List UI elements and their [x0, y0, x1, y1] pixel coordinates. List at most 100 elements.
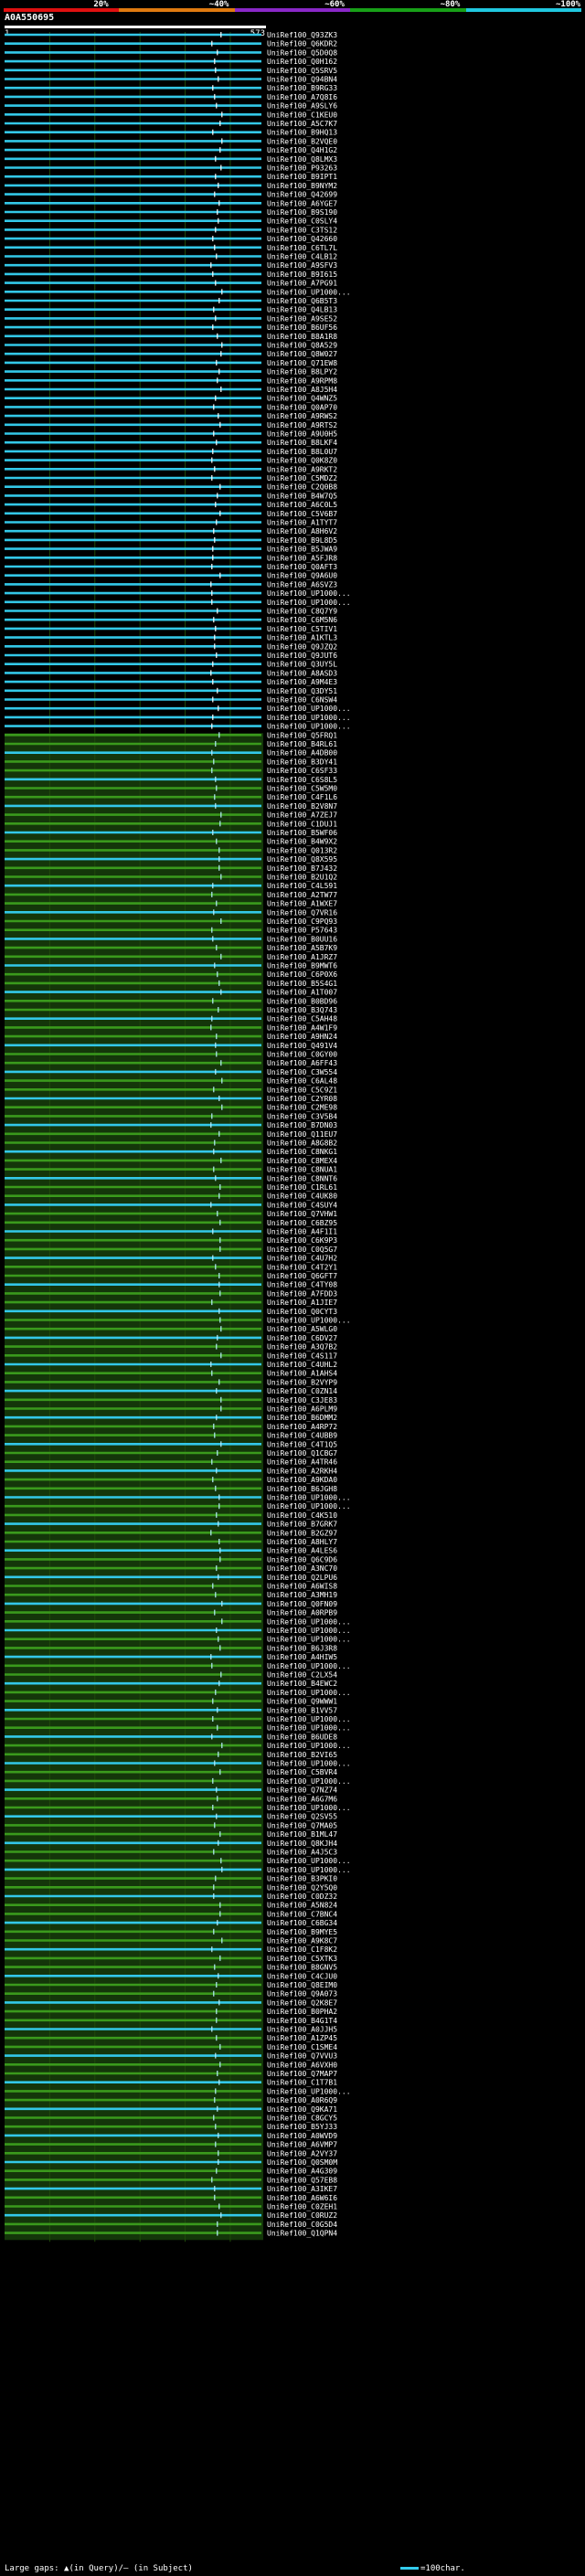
hit-id[interactable]: UniRef100_Q6B5T3 [267, 297, 337, 305]
hit-id[interactable]: UniRef100_UP1000... [267, 1866, 351, 1874]
hit-id[interactable]: UniRef100_A5WLG0 [267, 1325, 337, 1333]
hit-id[interactable]: UniRef100_B2VQE0 [267, 137, 337, 145]
hit-id[interactable]: UniRef100_UP1000... [267, 1804, 351, 1812]
hit-id[interactable]: UniRef100_Q0AP70 [267, 403, 337, 411]
hit-id[interactable]: UniRef100_B4W9X2 [267, 838, 337, 846]
hit-id[interactable]: UniRef100_A3Q7B2 [267, 1343, 337, 1352]
hit-id[interactable]: UniRef100_C0SLY4 [267, 217, 337, 226]
hit-id[interactable]: UniRef100_Q7NZ74 [267, 1786, 337, 1795]
hit-id[interactable]: UniRef100_C0ZEH1 [267, 2203, 337, 2211]
hit-id[interactable]: UniRef100_C6M5N6 [267, 616, 337, 624]
hit-id[interactable]: UniRef100_B8LPY2 [267, 368, 337, 376]
hit-id[interactable]: UniRef100_Q491V4 [267, 1042, 337, 1050]
hit-id[interactable]: UniRef100_B2VYP9 [267, 1378, 337, 1386]
hit-id[interactable]: UniRef100_A0JJH5 [267, 2026, 337, 2034]
hit-id[interactable]: UniRef100_A9HN24 [267, 1033, 337, 1041]
hit-id[interactable]: UniRef100_A9RTS2 [267, 421, 337, 429]
hit-id[interactable]: UniRef100_Q9JZQ2 [267, 642, 337, 651]
hit-id[interactable]: UniRef100_Q5D0Q8 [267, 48, 337, 57]
hit-id[interactable]: UniRef100_A1ZP45 [267, 2034, 337, 2042]
hit-id[interactable]: UniRef100_UP1000... [267, 1662, 351, 1670]
hit-id[interactable]: UniRef100_C4UBB9 [267, 1432, 337, 1440]
hit-id[interactable]: UniRef100_A1KTL3 [267, 634, 337, 642]
hit-id[interactable]: UniRef100_A9U0H5 [267, 430, 337, 439]
hit-id[interactable]: UniRef100_A4DB00 [267, 749, 337, 758]
hit-id[interactable]: UniRef100_Q42660 [267, 235, 337, 243]
hit-id[interactable]: UniRef100_C4CJU0 [267, 1972, 337, 1980]
hit-id[interactable]: UniRef100_B3DY41 [267, 758, 337, 766]
hit-id[interactable]: UniRef100_A4TR46 [267, 1458, 337, 1467]
hit-id[interactable]: UniRef100_A8J5H4 [267, 386, 337, 394]
hit-id[interactable]: UniRef100_C6SF33 [267, 767, 337, 775]
hit-id[interactable]: UniRef100_UP1000... [267, 589, 351, 598]
hit-id[interactable]: UniRef100_C4S117 [267, 1352, 337, 1360]
hit-id[interactable]: UniRef100_A5C7K7 [267, 120, 337, 128]
hit-id[interactable]: UniRef100_C0ZN14 [267, 1387, 337, 1395]
hit-id[interactable]: UniRef100_A9K8C7 [267, 1937, 337, 1945]
hit-id[interactable]: UniRef100_A6FF43 [267, 1059, 337, 1067]
hit-id[interactable]: UniRef100_Q93ZK3 [267, 31, 337, 39]
hit-id[interactable]: UniRef100_B1ML47 [267, 1830, 337, 1839]
hit-id[interactable]: UniRef100_A6YGE7 [267, 199, 337, 207]
hit-id[interactable]: UniRef100_B9I615 [267, 270, 337, 279]
hit-id[interactable]: UniRef100_Q0FN09 [267, 1600, 337, 1608]
hit-id[interactable]: UniRef100_B0UU16 [267, 935, 337, 943]
hit-id[interactable]: UniRef100_B5JWA9 [267, 546, 337, 554]
hit-id[interactable]: UniRef100_Q2K8E7 [267, 1998, 337, 2007]
hit-id[interactable]: UniRef100_B9NYM2 [267, 182, 337, 190]
hit-id[interactable]: UniRef100_B6J3R8 [267, 1644, 337, 1652]
hit-id[interactable]: UniRef100_B3PKI0 [267, 1875, 337, 1883]
hit-id[interactable]: UniRef100_Q1CBG7 [267, 1449, 337, 1458]
hit-id[interactable]: UniRef100_A7FDD3 [267, 1289, 337, 1298]
hit-id[interactable]: UniRef100_C4TY08 [267, 1281, 337, 1289]
hit-id[interactable]: UniRef100_A0WVD9 [267, 2132, 337, 2140]
hit-id[interactable]: UniRef100_UP1000... [267, 714, 351, 722]
hit-id[interactable]: UniRef100_C3W554 [267, 1068, 337, 1076]
hit-id[interactable]: UniRef100_A9KDA0 [267, 1476, 337, 1484]
hit-id[interactable]: UniRef100_A9SLY6 [267, 102, 337, 111]
hit-id[interactable]: UniRef100_C2LX54 [267, 1671, 337, 1680]
hit-id[interactable]: UniRef100_C6NSW4 [267, 696, 337, 705]
hit-id[interactable]: UniRef100_Q7MAP7 [267, 2070, 337, 2078]
hit-id[interactable]: UniRef100_Q8LMX3 [267, 155, 337, 164]
hit-id[interactable]: UniRef100_C4UHL2 [267, 1361, 337, 1369]
hit-id[interactable]: UniRef100_A1AHS4 [267, 1370, 337, 1378]
hit-id[interactable]: UniRef100_A6W6I6 [267, 2194, 337, 2202]
hit-id[interactable]: UniRef100_C0Q5G7 [267, 1246, 337, 1254]
hit-id[interactable]: UniRef100_B9S190 [267, 208, 337, 217]
hit-id[interactable]: UniRef100_C6S8L5 [267, 776, 337, 784]
hit-id[interactable]: UniRef100_B7DN03 [267, 1121, 337, 1129]
hit-id[interactable]: UniRef100_Q8EIM0 [267, 1981, 337, 1989]
hit-id[interactable]: UniRef100_B0PHA2 [267, 2008, 337, 2016]
hit-id[interactable]: UniRef100_A4LES6 [267, 1547, 337, 1555]
hit-id[interactable]: UniRef100_B9MYE5 [267, 1928, 337, 1936]
hit-id[interactable]: UniRef100_C8NUA1 [267, 1166, 337, 1174]
hit-id[interactable]: UniRef100_B5YJ33 [267, 2123, 337, 2131]
hit-id[interactable]: UniRef100_A6PLM9 [267, 1405, 337, 1414]
hit-id[interactable]: UniRef100_Q57EB8 [267, 2176, 337, 2184]
hit-id[interactable]: UniRef100_C0GY00 [267, 1051, 337, 1059]
hit-id[interactable]: UniRef100_C1T7B1 [267, 2079, 337, 2087]
hit-id[interactable]: UniRef100_A2RKH4 [267, 1467, 337, 1475]
hit-id[interactable]: UniRef100_C2ME98 [267, 1104, 337, 1112]
hit-id[interactable]: UniRef100_UP1000... [267, 1627, 351, 1635]
hit-id[interactable]: UniRef100_B9HQ13 [267, 129, 337, 137]
hit-id[interactable]: UniRef100_B2V8N7 [267, 802, 337, 811]
hit-id[interactable]: UniRef100_Q6KDR2 [267, 40, 337, 48]
hit-id[interactable]: UniRef100_B2VI65 [267, 1751, 337, 1759]
hit-id[interactable]: UniRef100_A6VMP7 [267, 2141, 337, 2149]
hit-id[interactable]: UniRef100_C0RUZ2 [267, 2211, 337, 2220]
hit-id[interactable]: UniRef100_Q8A529 [267, 342, 337, 350]
hit-id[interactable]: UniRef100_UP1000... [267, 1317, 351, 1325]
hit-id[interactable]: UniRef100_Q0H162 [267, 58, 337, 66]
hit-id[interactable]: UniRef100_UP1000... [267, 1715, 351, 1723]
hit-id[interactable]: UniRef100_P93263 [267, 164, 337, 173]
hit-id[interactable]: UniRef100_Q0K8Z0 [267, 457, 337, 465]
hit-id[interactable]: UniRef100_B9IPT1 [267, 173, 337, 181]
hit-id[interactable]: UniRef100_B2GZ97 [267, 1529, 337, 1537]
hit-id[interactable]: UniRef100_B7J432 [267, 864, 337, 873]
hit-id[interactable]: UniRef100_B4G1T4 [267, 2017, 337, 2025]
hit-id[interactable]: UniRef100_A4J5C3 [267, 1849, 337, 1857]
hit-id[interactable]: UniRef100_Q2LPU6 [267, 1574, 337, 1582]
hit-id[interactable]: UniRef100_Q6C9D6 [267, 1555, 337, 1564]
